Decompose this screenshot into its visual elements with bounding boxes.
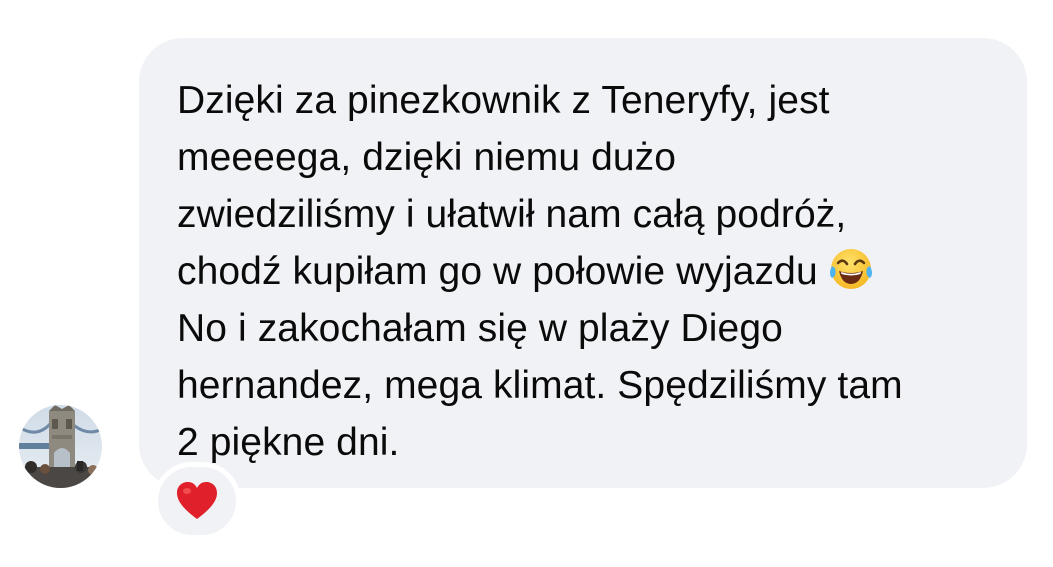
avatar[interactable] — [19, 405, 102, 488]
tower-bridge-photo — [19, 405, 102, 488]
message-line: meeeega, dzięki niemu dużo — [177, 136, 677, 179]
message-line: Dzięki za pinezkownik z Teneryfy, jest — [177, 79, 830, 122]
message-line: 2 piękne dni. — [177, 421, 400, 464]
message-line: zwiedziliśmy i ułatwił nam całą podróż, — [177, 193, 847, 236]
message-line-text: chodź kupiłam go w połowie wyjazdu — [177, 250, 818, 293]
message-line: No i zakochałam się w plaży Diego — [177, 307, 783, 350]
message-line-with-emoji: chodź kupiłam go w połowie wyjazdu — [177, 243, 1007, 300]
message-bubble[interactable]: Dzięki za pinezkownik z Teneryfy, jest m… — [139, 38, 1027, 488]
reaction-badge[interactable] — [153, 462, 241, 540]
face-with-tears-of-joy-icon — [828, 246, 874, 292]
message-line: hernandez, mega klimat. Spędziliśmy tam — [177, 364, 903, 407]
red-heart-icon — [177, 482, 217, 519]
